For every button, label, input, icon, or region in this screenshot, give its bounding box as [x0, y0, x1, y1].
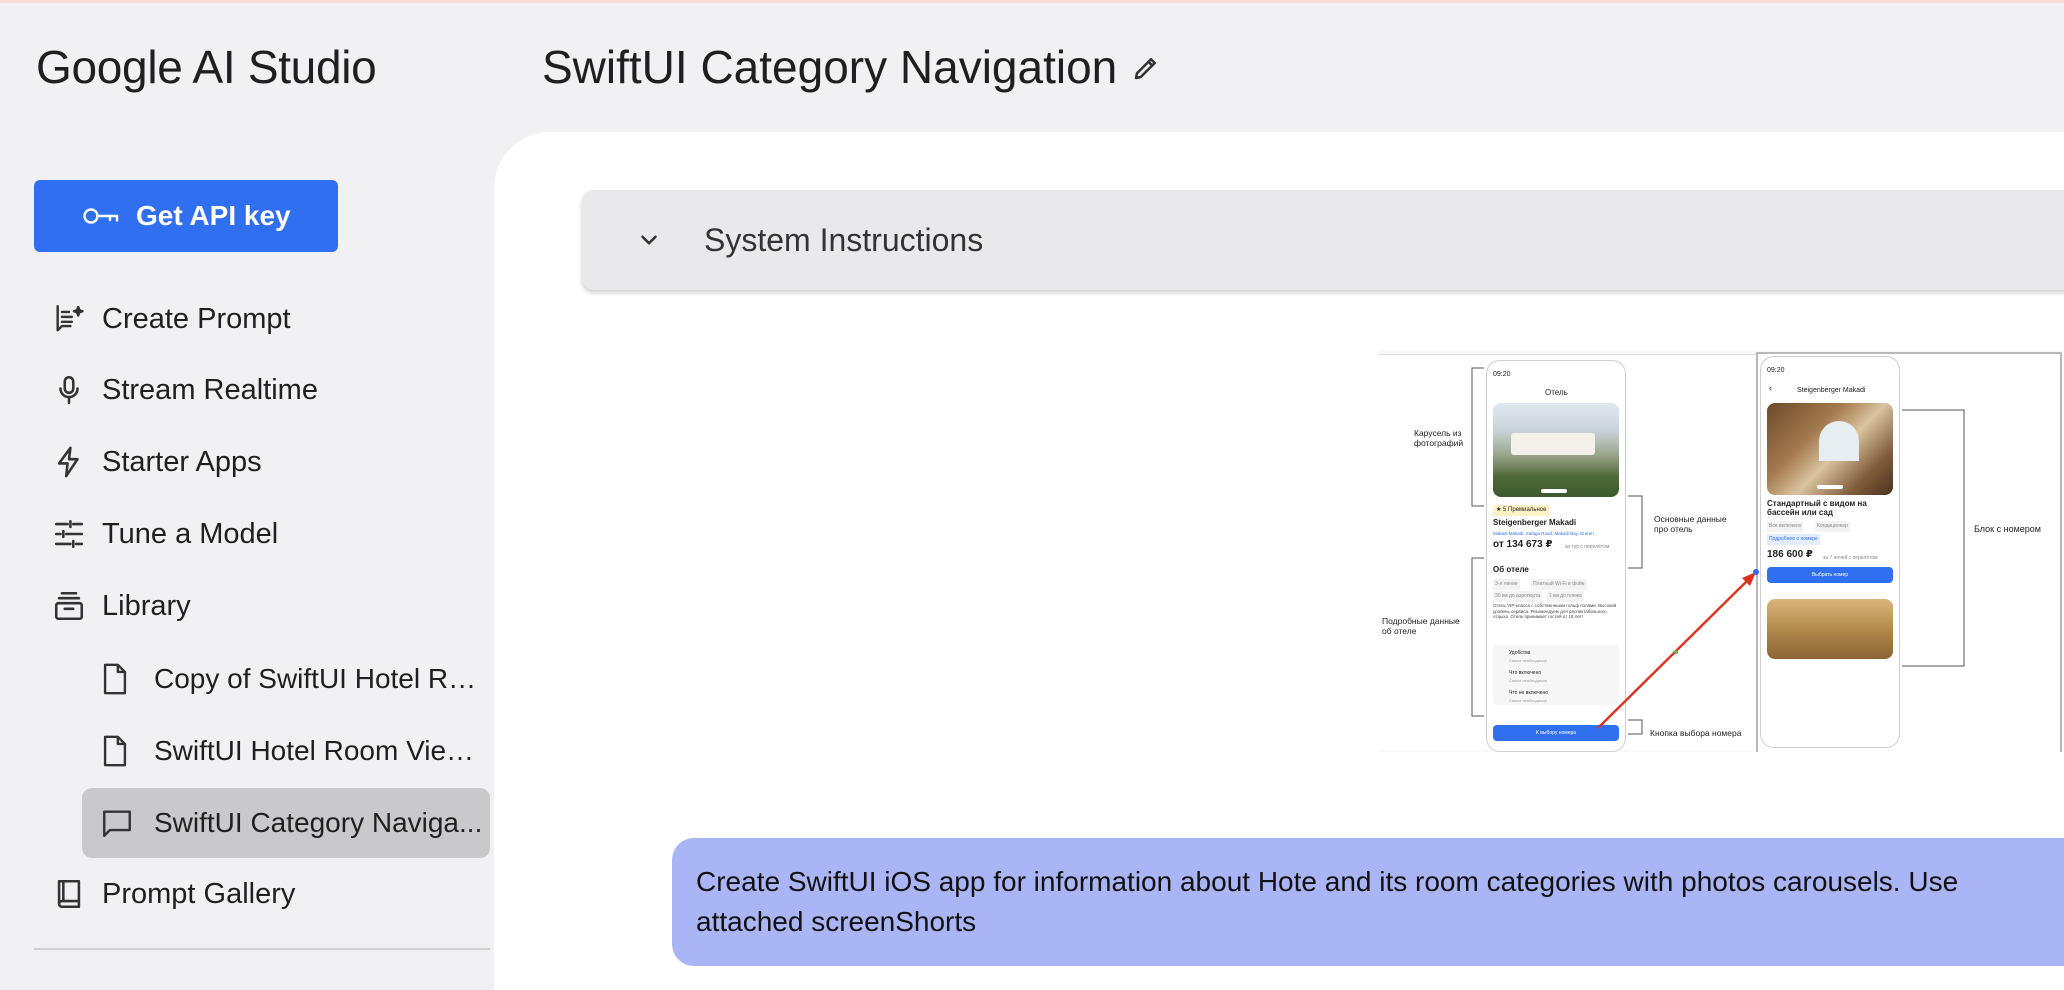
get-api-key-label: Get API key	[136, 200, 291, 231]
annotation-lines	[1471, 367, 1965, 735]
sidebar-item-prompt-gallery[interactable]: Prompt Gallery	[34, 862, 490, 926]
chat-icon	[82, 806, 154, 840]
sidebar-item-create-prompt[interactable]: Create Prompt	[34, 287, 490, 351]
sidebar-divider	[34, 948, 490, 950]
chevron-down-icon	[594, 227, 704, 253]
document-icon	[82, 662, 154, 696]
user-prompt-message: Create SwiftUI iOS app for information a…	[672, 838, 2064, 966]
library-item-hotel-room-view[interactable]: SwiftUI Hotel Room View ...	[82, 716, 490, 786]
app-title: Google AI Studio	[36, 41, 377, 93]
sidebar-item-tune-a-model[interactable]: Tune a Model	[34, 502, 490, 566]
system-instructions-toggle[interactable]: System Instructions	[582, 190, 2064, 290]
document-icon	[82, 734, 154, 768]
sidebar-item-label: Create Prompt	[102, 302, 291, 335]
pencil-icon	[1134, 58, 1156, 80]
book-icon	[34, 877, 102, 911]
sidebar-item-label: Starter Apps	[102, 445, 262, 478]
library-item-label: Copy of SwiftUI Hotel Ro...	[154, 663, 484, 694]
attached-screenshot-image[interactable]: 09:20 Отель ★ 5 Премиальное Steigenberge…	[1378, 350, 2064, 752]
sidebar-item-label: Prompt Gallery	[102, 877, 296, 910]
library-item-category-navigation[interactable]: SwiftUI Category Naviga...	[82, 788, 490, 858]
top-accent-line	[0, 0, 2064, 3]
system-instructions-label: System Instructions	[704, 221, 984, 258]
library-item-label: SwiftUI Hotel Room View ...	[154, 735, 484, 766]
library-item-label: SwiftUI Category Naviga...	[154, 807, 483, 838]
sidebar-item-stream-realtime[interactable]: Stream Realtime	[34, 358, 490, 422]
create-prompt-icon	[34, 302, 102, 336]
page-title: SwiftUI Category Navigation	[542, 41, 1118, 93]
tune-icon	[34, 517, 102, 551]
sidebar-item-starter-apps[interactable]: Starter Apps	[34, 430, 490, 494]
sidebar-item-label: Tune a Model	[102, 517, 279, 550]
sidebar-item-label: Stream Realtime	[102, 373, 318, 406]
sidebar-item-label: Library	[102, 589, 191, 622]
edit-title-button[interactable]	[1128, 50, 1164, 86]
key-icon	[82, 205, 120, 227]
sidebar-item-library[interactable]: Library	[34, 574, 490, 638]
bolt-icon	[34, 445, 102, 479]
library-icon	[34, 589, 102, 623]
microphone-icon	[34, 373, 102, 407]
library-item-copy-hotel-room[interactable]: Copy of SwiftUI Hotel Ro...	[82, 644, 490, 714]
get-api-key-button[interactable]: Get API key	[34, 180, 338, 252]
